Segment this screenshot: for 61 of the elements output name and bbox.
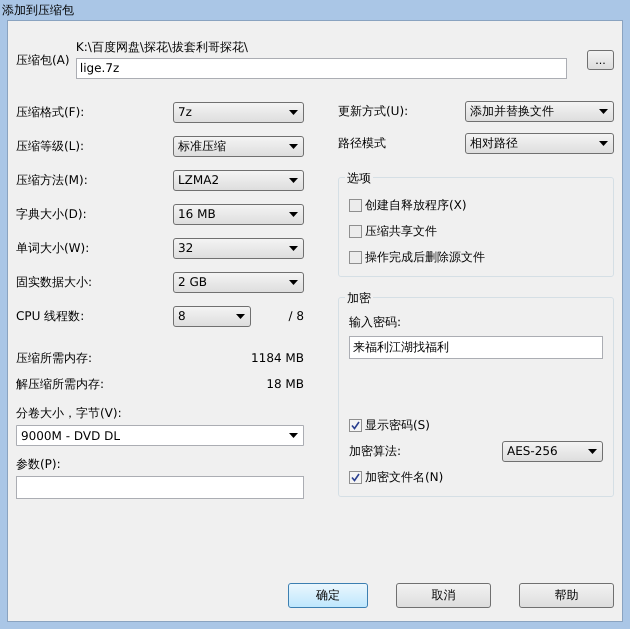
- threads-label: CPU 线程数:: [16, 308, 86, 324]
- setting-label: 固实数据大小:: [16, 274, 92, 290]
- dropdown-caret-icon: [289, 178, 298, 182]
- setting-label: 压缩方法(M):: [16, 172, 88, 188]
- browse-button[interactable]: ...: [587, 50, 614, 70]
- setting-label: 单词大小(W):: [16, 240, 90, 256]
- checkbox-label: 创建自释放程序(X): [365, 196, 467, 214]
- mode-dropdown[interactable]: 相对路径: [465, 132, 614, 154]
- setting-label: 压缩等级(L):: [16, 138, 84, 154]
- dropdown-caret-icon: [289, 433, 298, 438]
- dropdown-caret-icon: [599, 140, 608, 146]
- window-title: 添加到压缩包: [2, 2, 74, 18]
- setting-dropdown[interactable]: 16 MB: [173, 204, 304, 224]
- archive-label: 压缩包(A): [16, 52, 71, 69]
- method-dropdown[interactable]: AES-256: [502, 440, 603, 462]
- dropdown-caret-icon: [289, 212, 298, 216]
- dropdown-caret-icon: [289, 246, 298, 250]
- mode-dropdown[interactable]: 添加并替换文件: [465, 100, 614, 122]
- checkbox-label: 操作完成后删除源文件: [365, 248, 485, 266]
- setting-dropdown[interactable]: 2 GB: [173, 272, 304, 292]
- password-field[interactable]: 来福利江湖找福利: [349, 336, 603, 359]
- parameters-label: 参数(P):: [16, 456, 62, 473]
- memory-value: 1184 MB: [251, 351, 304, 365]
- dropdown-caret-icon: [599, 108, 608, 114]
- dropdown-caret-icon: [236, 314, 245, 318]
- threads-dropdown[interactable]: 8: [173, 306, 251, 326]
- threads-max: / 8: [288, 309, 304, 323]
- dialog-button[interactable]: 取消: [396, 583, 491, 608]
- checkbox[interactable]: [349, 250, 362, 264]
- dropdown-caret-icon: [289, 280, 298, 284]
- checkbox-label: 压缩共享文件: [365, 222, 437, 240]
- setting-dropdown[interactable]: LZMA2: [173, 170, 304, 190]
- parameters-field[interactable]: [16, 476, 304, 499]
- checkbox[interactable]: [349, 470, 362, 484]
- setting-dropdown[interactable]: 标准压缩: [173, 136, 304, 156]
- setting-dropdown[interactable]: 7z: [173, 102, 304, 122]
- memory-label: 解压缩所需内存:: [16, 376, 104, 392]
- password-label: 输入密码:: [349, 314, 402, 331]
- dropdown-caret-icon: [588, 448, 597, 454]
- checkbox[interactable]: [349, 224, 362, 238]
- dialog-button[interactable]: 确定: [288, 583, 368, 608]
- setting-label: 字典大小(D):: [16, 206, 87, 222]
- setting-label: 压缩格式(F):: [16, 104, 84, 120]
- memory-value: 18 MB: [266, 377, 304, 391]
- setting-dropdown[interactable]: 32: [173, 238, 304, 258]
- volume-dropdown[interactable]: 9000M - DVD DL: [16, 425, 304, 446]
- checkbox-label: 加密文件名(N): [365, 468, 444, 486]
- folder-path: K:\百度网盘\探花\拔套利哥探花\: [76, 39, 249, 56]
- checkbox[interactable]: [349, 418, 362, 432]
- dialog-button[interactable]: 帮助: [519, 583, 614, 608]
- dropdown-caret-icon: [289, 110, 298, 114]
- memory-label: 压缩所需内存:: [16, 350, 92, 366]
- method-label: 加密算法:: [349, 442, 402, 460]
- group-title: 选项: [345, 170, 373, 187]
- volume-label: 分卷大小，字节(V):: [16, 405, 123, 422]
- mode-label: 路径模式: [338, 134, 386, 152]
- mode-label: 更新方式(U):: [338, 102, 408, 120]
- checkbox-label: 显示密码(S): [365, 416, 430, 434]
- dropdown-caret-icon: [289, 144, 298, 148]
- checkbox[interactable]: [349, 198, 362, 212]
- archive-name-field[interactable]: lige.7z: [76, 58, 568, 79]
